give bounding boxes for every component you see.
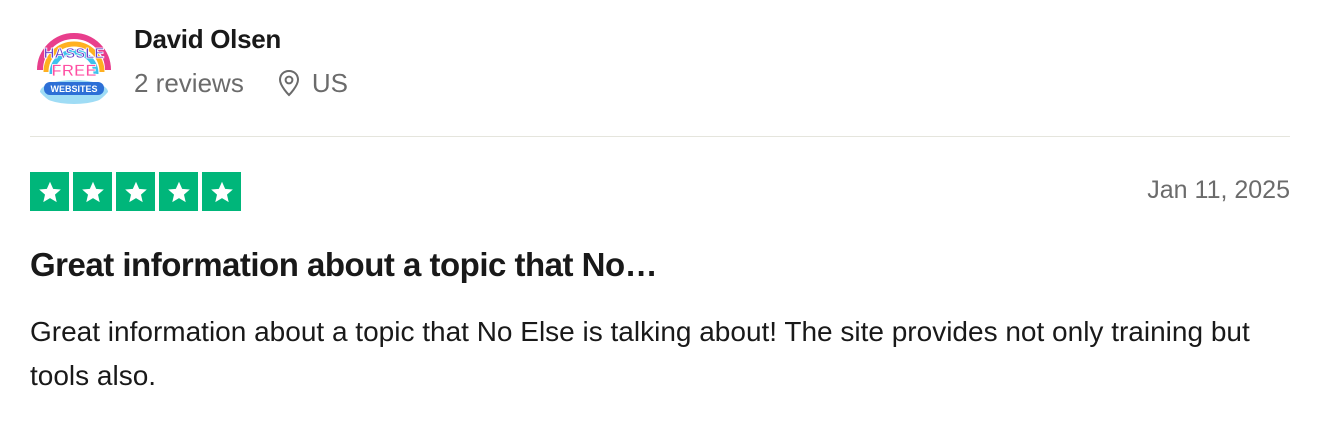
star-icon <box>116 172 155 211</box>
map-pin-icon <box>278 69 299 97</box>
review-body: Great information about a topic that No … <box>30 316 1250 391</box>
star-icon <box>159 172 198 211</box>
reviewer-meta: 2 reviews US <box>134 68 348 98</box>
svg-text:HASSLE: HASSLE <box>44 45 105 62</box>
avatar[interactable]: HASSLE FREE WEBSITES <box>30 20 118 108</box>
review-date: Jan 11, 2025 <box>1147 176 1290 204</box>
svg-text:FREE: FREE <box>51 61 96 80</box>
star-icon <box>73 172 112 211</box>
star-icon <box>202 172 241 211</box>
location-text: US <box>311 68 348 98</box>
star-icon <box>30 172 69 211</box>
reviews-count: 2 reviews <box>134 68 244 98</box>
reviewer-info: David Olsen 2 reviews US <box>134 20 348 98</box>
hassle-free-websites-logo: HASSLE FREE WEBSITES <box>31 21 117 107</box>
divider <box>30 136 1290 137</box>
review-title[interactable]: Great information about a topic that No… <box>30 246 658 284</box>
reviewer-header: HASSLE FREE WEBSITES David Olsen 2 revie… <box>30 20 348 108</box>
reviewer-name[interactable]: David Olsen <box>134 24 348 54</box>
svg-text:WEBSITES: WEBSITES <box>50 84 97 94</box>
star-rating <box>30 172 241 211</box>
reviewer-location: US <box>278 68 348 98</box>
